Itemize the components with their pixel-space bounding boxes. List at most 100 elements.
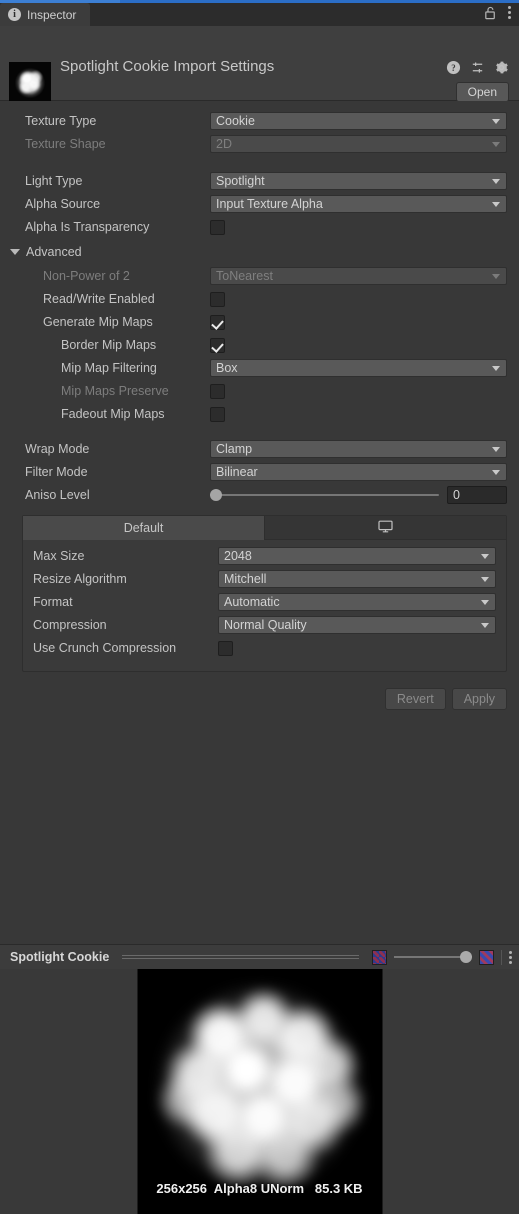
chevron-down-icon bbox=[492, 470, 500, 475]
alpha-source-dropdown[interactable]: Input Texture Alpha bbox=[210, 195, 507, 213]
field-wrap-mode: Wrap Mode Clamp bbox=[0, 439, 519, 459]
field-use-crunch-compression: Use Crunch Compression bbox=[29, 638, 500, 658]
aniso-level-label: Aniso Level bbox=[25, 488, 90, 502]
texture-type-dropdown[interactable]: Cookie bbox=[210, 112, 507, 130]
compression-dropdown[interactable]: Normal Quality bbox=[218, 616, 496, 634]
tab-default[interactable]: Default bbox=[23, 516, 265, 540]
toolbar-separator bbox=[501, 949, 502, 965]
max-size-value: 2048 bbox=[224, 549, 252, 563]
texture-type-label: Texture Type bbox=[25, 114, 97, 128]
field-texture-type: Texture Type Cookie bbox=[0, 111, 519, 131]
texture-shape-value: 2D bbox=[216, 137, 232, 151]
advanced-foldout[interactable]: Advanced bbox=[0, 242, 519, 262]
triangle-down-icon bbox=[10, 249, 20, 255]
chevron-down-icon bbox=[492, 179, 500, 184]
use-crunch-compression-label: Use Crunch Compression bbox=[33, 641, 177, 655]
field-compression: Compression Normal Quality bbox=[29, 615, 500, 635]
field-read-write-enabled: Read/Write Enabled bbox=[0, 289, 519, 309]
resize-algorithm-dropdown[interactable]: Mitchell bbox=[218, 570, 496, 588]
max-size-dropdown[interactable]: 2048 bbox=[218, 547, 496, 565]
chevron-down-icon bbox=[492, 202, 500, 207]
mip-map-filtering-dropdown[interactable]: Box bbox=[210, 359, 507, 377]
texture-preview-image bbox=[137, 969, 382, 1214]
field-resize-algorithm: Resize Algorithm Mitchell bbox=[29, 569, 500, 589]
alpha-source-value: Input Texture Alpha bbox=[216, 197, 323, 211]
aniso-level-input[interactable]: 0 bbox=[447, 486, 507, 504]
help-icon[interactable]: ? bbox=[446, 60, 461, 75]
preview-title: Spotlight Cookie bbox=[10, 950, 110, 964]
light-type-value: Spotlight bbox=[216, 174, 265, 188]
action-buttons: Revert Apply bbox=[0, 672, 519, 710]
texture-thumbnail bbox=[9, 62, 51, 104]
inspector-tabbar: i Inspector bbox=[0, 0, 519, 26]
open-button[interactable]: Open bbox=[455, 82, 509, 102]
field-fadeout-mip-maps: Fadeout Mip Maps bbox=[0, 404, 519, 424]
fadeout-mip-maps-checkbox[interactable] bbox=[210, 406, 225, 422]
chevron-down-icon bbox=[481, 577, 489, 582]
tab-inspector-label: Inspector bbox=[27, 7, 77, 22]
apply-button[interactable]: Apply bbox=[451, 688, 507, 710]
texture-type-value: Cookie bbox=[216, 114, 255, 128]
tab-inspector[interactable]: i Inspector bbox=[0, 3, 91, 26]
preview-area: 256x256 Alpha8 UNorm 85.3 KB bbox=[0, 969, 519, 1214]
generate-mip-maps-checkbox[interactable] bbox=[210, 314, 225, 330]
tab-default-label: Default bbox=[123, 521, 164, 535]
border-mip-maps-checkbox[interactable] bbox=[210, 337, 225, 353]
filter-mode-value: Bilinear bbox=[216, 465, 258, 479]
resize-algorithm-label: Resize Algorithm bbox=[33, 572, 127, 586]
revert-button[interactable]: Revert bbox=[384, 688, 446, 710]
checker-large-icon[interactable] bbox=[479, 949, 494, 965]
chevron-down-icon bbox=[492, 142, 500, 147]
chevron-down-icon bbox=[481, 623, 489, 628]
chevron-down-icon bbox=[481, 600, 489, 605]
svg-text:?: ? bbox=[451, 63, 455, 73]
preview-drag-grip[interactable] bbox=[116, 954, 365, 961]
chevron-down-icon bbox=[492, 447, 500, 452]
slider-handle[interactable] bbox=[210, 489, 222, 501]
slider-handle[interactable] bbox=[460, 951, 472, 963]
mip-level-slider[interactable] bbox=[394, 951, 472, 964]
platform-settings-box: Default Max Size 2048 Resize Algorithm M… bbox=[22, 515, 507, 672]
preview-toolbar: Spotlight Cookie bbox=[0, 944, 519, 969]
chevron-down-icon bbox=[492, 274, 500, 279]
use-crunch-compression-checkbox[interactable] bbox=[218, 640, 233, 656]
field-mip-maps-preserve: Mip Maps Preserve bbox=[0, 381, 519, 401]
field-filter-mode: Filter Mode Bilinear bbox=[0, 462, 519, 482]
platform-tabs: Default bbox=[23, 516, 506, 540]
format-dropdown[interactable]: Automatic bbox=[218, 593, 496, 611]
read-write-enabled-checkbox[interactable] bbox=[210, 291, 225, 307]
wrap-mode-dropdown[interactable]: Clamp bbox=[210, 440, 507, 458]
info-icon: i bbox=[8, 8, 21, 21]
non-power-of-2-value: ToNearest bbox=[216, 269, 273, 283]
field-aniso-level: Aniso Level 0 bbox=[0, 485, 519, 505]
tab-standalone[interactable] bbox=[265, 516, 506, 540]
active-tab-accent bbox=[0, 0, 120, 3]
resize-algorithm-value: Mitchell bbox=[224, 572, 267, 586]
kebab-menu-icon[interactable] bbox=[508, 6, 511, 19]
alpha-is-transparency-checkbox[interactable] bbox=[210, 219, 225, 235]
non-power-of-2-dropdown: ToNearest bbox=[210, 267, 507, 285]
light-type-label: Light Type bbox=[25, 174, 83, 188]
field-texture-shape: Texture Shape 2D bbox=[0, 134, 519, 154]
filter-mode-dropdown[interactable]: Bilinear bbox=[210, 463, 507, 481]
unlocked-padlock-icon[interactable] bbox=[483, 5, 498, 20]
wrap-mode-label: Wrap Mode bbox=[25, 442, 90, 456]
field-light-type: Light Type Spotlight bbox=[0, 171, 519, 191]
checker-small-icon[interactable] bbox=[372, 949, 387, 965]
preview-kebab-menu-icon[interactable] bbox=[509, 950, 512, 964]
compression-value: Normal Quality bbox=[224, 618, 307, 632]
chevron-down-icon bbox=[492, 366, 500, 371]
field-mip-map-filtering: Mip Map Filtering Box bbox=[0, 358, 519, 378]
field-alpha-source: Alpha Source Input Texture Alpha bbox=[0, 194, 519, 214]
preset-icon[interactable] bbox=[470, 60, 485, 75]
mip-maps-preserve-checkbox[interactable] bbox=[210, 383, 225, 399]
format-value: Automatic bbox=[224, 595, 280, 609]
field-border-mip-maps: Border Mip Maps bbox=[0, 335, 519, 355]
gear-icon[interactable] bbox=[494, 60, 509, 75]
generate-mip-maps-label: Generate Mip Maps bbox=[43, 315, 153, 329]
light-type-dropdown[interactable]: Spotlight bbox=[210, 172, 507, 190]
mip-maps-preserve-label: Mip Maps Preserve bbox=[61, 384, 169, 398]
alpha-is-transparency-label: Alpha Is Transparency bbox=[25, 220, 150, 234]
aniso-level-slider[interactable] bbox=[210, 488, 439, 503]
preview-metadata: 256x256 Alpha8 UNorm 85.3 KB bbox=[156, 1181, 363, 1196]
